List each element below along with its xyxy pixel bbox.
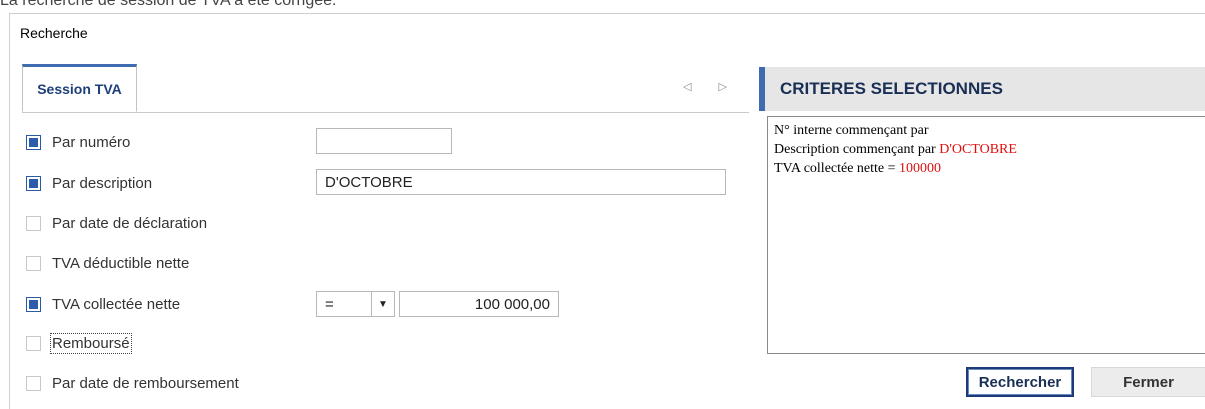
criterion-rembourse[interactable]: Remboursé	[26, 332, 132, 354]
search-window: Recherche Session TVA ◁ ▷ Par numéro Par…	[9, 13, 1205, 409]
criterion-par-numero[interactable]: Par numéro	[26, 131, 130, 153]
tab-scroll-icons[interactable]: ◁ ▷	[683, 80, 739, 93]
checkbox-tva-deductible[interactable]	[26, 255, 41, 271]
criterion-par-description[interactable]: Par description	[26, 172, 152, 194]
summary-line: Description commençant par D'OCTOBRE	[774, 140, 1203, 159]
checkbox-rembourse[interactable]	[26, 335, 41, 351]
criterion-label: TVA collectée nette	[52, 295, 181, 313]
criterion-label: Par description	[52, 174, 153, 192]
checkbox-par-date-remboursement[interactable]	[26, 375, 41, 391]
criterion-label: Par date de déclaration	[52, 214, 208, 232]
summary-line: N° interne commençant par	[774, 121, 1203, 140]
close-button[interactable]: Fermer	[1091, 367, 1205, 397]
tab-session-tva[interactable]: Session TVA	[22, 64, 137, 112]
description-input[interactable]: D'OCTOBRE	[316, 169, 726, 195]
window-title: Recherche	[20, 25, 88, 41]
summary-value: D'OCTOBRE	[939, 142, 1017, 157]
criterion-label: Remboursé	[50, 332, 132, 354]
checkbox-par-date-declaration[interactable]	[26, 215, 41, 231]
operator-select[interactable]: =	[316, 291, 372, 317]
criterion-par-date-remboursement[interactable]: Par date de remboursement	[26, 372, 239, 394]
criteria-summary: N° interne commençant par Description co…	[767, 116, 1205, 354]
tab-bar: Session TVA ◁ ▷	[22, 64, 749, 113]
checkbox-par-description[interactable]	[26, 175, 41, 191]
summary-text: Description commençant par	[774, 142, 940, 157]
summary-value: 100000	[899, 161, 942, 176]
caption-text: La recherche de session de TVA a été cor…	[0, 0, 337, 9]
criterion-tva-deductible[interactable]: TVA déductible nette	[26, 252, 189, 274]
amount-input[interactable]: 100 000,00	[399, 291, 559, 317]
criterion-label: Par date de remboursement	[52, 374, 239, 392]
chevron-down-icon[interactable]: ▼	[371, 291, 395, 317]
checkbox-tva-collectee[interactable]	[26, 296, 41, 312]
checkbox-par-numero[interactable]	[26, 134, 41, 150]
criteria-panel-title: CRITERES SELECTIONNES	[759, 67, 1205, 111]
criterion-label: Par numéro	[52, 133, 131, 151]
numero-input[interactable]	[316, 128, 452, 154]
criterion-par-date-declaration[interactable]: Par date de déclaration	[26, 212, 207, 234]
criterion-tva-collectee[interactable]: TVA collectée nette	[26, 293, 180, 315]
summary-text: TVA collectée nette =	[774, 161, 900, 176]
summary-text: N° interne commençant par	[774, 123, 929, 138]
criterion-label: TVA déductible nette	[52, 254, 190, 272]
search-button[interactable]: Rechercher	[966, 367, 1074, 397]
summary-line: TVA collectée nette = 100000	[774, 159, 1203, 178]
